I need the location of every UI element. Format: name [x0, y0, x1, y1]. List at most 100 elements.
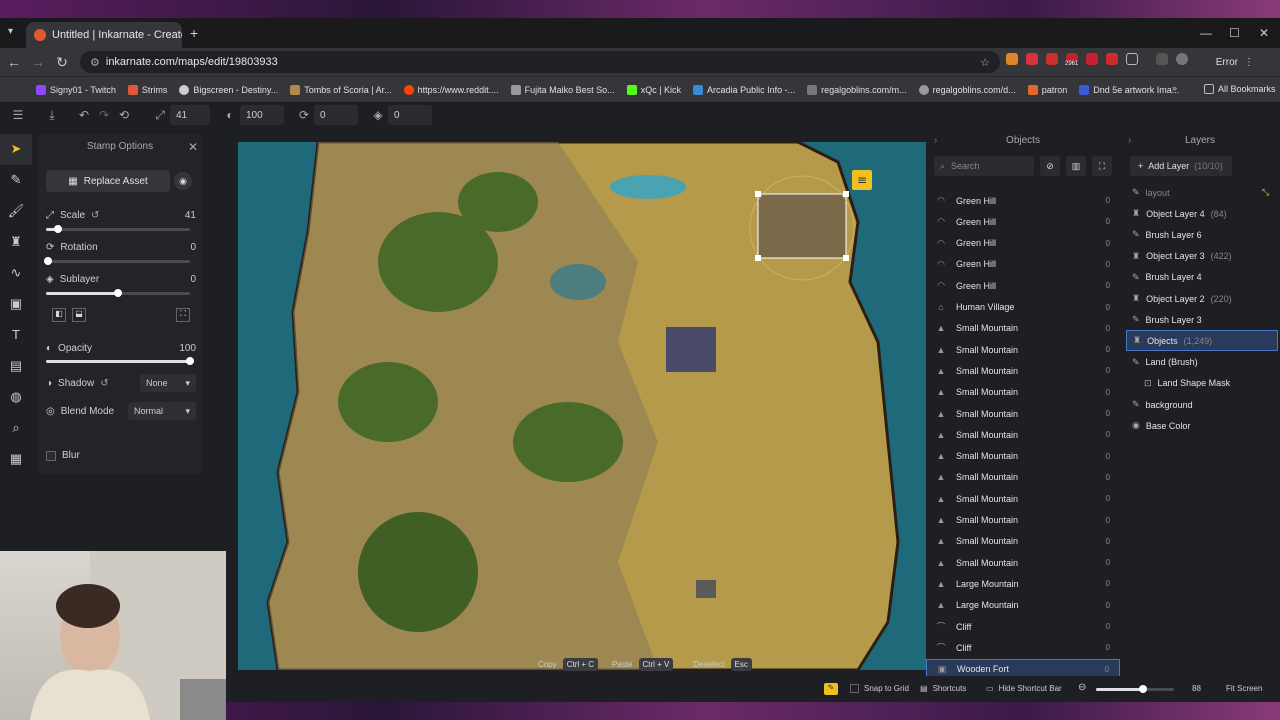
layer-item[interactable]: ♜ Object Layer 3 (422): [1126, 246, 1278, 267]
object-list-item[interactable]: ◠ Green Hill 0: [926, 211, 1120, 232]
adblock-extension-icon[interactable]: [1046, 53, 1058, 65]
stamp-tool-icon[interactable]: ✎: [0, 165, 32, 196]
object-list-item[interactable]: ▲ Small Mountain 0: [926, 488, 1120, 509]
bookmark-item[interactable]: Strims: [127, 84, 167, 95]
youtube-extension-icon[interactable]: [1086, 53, 1098, 65]
human-village-icon[interactable]: [666, 327, 716, 372]
layer-item[interactable]: ⊡ Land Shape Mask: [1126, 373, 1278, 394]
url-bar[interactable]: ⚙ inkarnate.com/maps/edit/19803933 ☆: [80, 51, 1000, 73]
menu-icon[interactable]: ☰: [8, 108, 28, 122]
snap-checkbox[interactable]: [850, 684, 859, 693]
reset-icon[interactable]: ↺: [91, 210, 99, 221]
chevron-right-icon[interactable]: ›: [934, 135, 937, 146]
bookmark-item[interactable]: regalgoblins.com/m...: [807, 84, 907, 95]
close-window-icon[interactable]: ✕: [1259, 26, 1269, 40]
fantasy-map[interactable]: ≡: [238, 142, 926, 670]
object-list-item[interactable]: ▲ Small Mountain 0: [926, 403, 1120, 424]
object-list-item[interactable]: ▲ Small Mountain 0: [926, 467, 1120, 488]
sublayer-value[interactable]: 0: [190, 274, 196, 285]
layer-item[interactable]: ♜ Object Layer 2 (220): [1126, 288, 1278, 309]
back-icon[interactable]: ←: [2, 54, 26, 70]
object-list-item[interactable]: ⌂ Human Village 0: [926, 297, 1120, 318]
bookmark-star-icon[interactable]: ☆: [980, 56, 990, 69]
object-list-item[interactable]: ▲ Small Mountain 0: [926, 531, 1120, 552]
scale-field[interactable]: 41: [170, 105, 210, 125]
rotation-field[interactable]: 0: [314, 105, 358, 125]
opacity-field[interactable]: 100: [240, 105, 284, 125]
object-list-item[interactable]: ▲ Small Mountain 0: [926, 552, 1120, 573]
pencil-icon[interactable]: ✎: [824, 683, 838, 695]
layer-item[interactable]: ✎ Brush Layer 4: [1126, 267, 1278, 288]
add-layer-button[interactable]: + Add Layer (10/10): [1130, 156, 1232, 176]
zoom-slider[interactable]: [1096, 685, 1174, 693]
history-icon[interactable]: ⟲: [114, 108, 134, 122]
object-list-item[interactable]: ▲ Small Mountain 0: [926, 382, 1120, 403]
object-list-item[interactable]: ▲ Small Mountain 0: [926, 339, 1120, 360]
extension-icon[interactable]: [1006, 53, 1018, 65]
opacity-value[interactable]: 100: [179, 343, 196, 354]
layer-item[interactable]: ✎ layout: [1126, 182, 1278, 203]
object-list-item[interactable]: ▲ Small Mountain 0: [926, 424, 1120, 445]
bookmark-item[interactable]: Tombs of Scoria | Ar...: [290, 84, 392, 95]
object-list-item[interactable]: ◠ Green Hill 0: [926, 275, 1120, 296]
select-all-icon[interactable]: ⛶: [1092, 156, 1112, 176]
small-structure-icon[interactable]: [696, 580, 716, 598]
more-bookmarks-icon[interactable]: »: [1172, 83, 1177, 93]
shortcuts-button[interactable]: ▤ Shortcuts: [920, 684, 966, 693]
bookmark-item[interactable]: Fujita Maiko Best So...: [510, 84, 615, 95]
tab-inkarnate[interactable]: Untitled | Inkarnate - Create Fa... ✕: [26, 22, 182, 48]
layer-item[interactable]: ✎ Brush Layer 3: [1126, 309, 1278, 330]
forward-icon[interactable]: →: [26, 54, 50, 70]
download-icon[interactable]: ⤓: [42, 108, 62, 123]
close-panel-icon[interactable]: ✕: [188, 140, 198, 154]
flip-horizontal-icon[interactable]: ◧: [52, 308, 66, 322]
replace-asset-button[interactable]: ▦ Replace Asset: [46, 170, 170, 192]
path-tool-icon[interactable]: ∿: [0, 258, 32, 289]
all-bookmarks-button[interactable]: All Bookmarks: [1204, 84, 1276, 94]
undo-icon[interactable]: ↶: [74, 108, 94, 122]
bookmark-item[interactable]: https://www.reddit....: [403, 84, 499, 95]
object-list-item[interactable]: ▲ Small Mountain 0: [926, 446, 1120, 467]
crop-icon[interactable]: ⛶: [176, 308, 190, 322]
palette-icon[interactable]: ◉: [174, 172, 192, 190]
object-list-item[interactable]: ◠ Green Hill 0: [926, 233, 1120, 254]
building-tool-icon[interactable]: ♜: [0, 227, 32, 258]
layer-item[interactable]: ✎ Land (Brush): [1126, 352, 1278, 373]
bookmark-item[interactable]: Signy01 - Twitch: [36, 84, 116, 95]
shapes-tool-icon[interactable]: ▣: [0, 289, 32, 320]
layer-item[interactable]: ◉ Base Color: [1126, 415, 1278, 436]
rotation-slider[interactable]: [44, 257, 190, 265]
zoom-out-icon[interactable]: ⊖: [1078, 682, 1086, 693]
bookmark-item[interactable]: Bigscreen - Destiny...: [179, 84, 278, 95]
error-button[interactable]: Error ⋮: [1208, 52, 1262, 72]
text-tool-icon[interactable]: T: [0, 319, 32, 350]
fit-screen-button[interactable]: Fit Screen: [1226, 684, 1262, 693]
layer-item[interactable]: ♜ Object Layer 4 (84): [1126, 203, 1278, 224]
snap-to-grid-toggle[interactable]: Snap to Grid: [850, 684, 909, 693]
rotation-value[interactable]: 0: [190, 242, 196, 253]
bookmark-item[interactable]: patron: [1027, 84, 1067, 95]
site-info-icon[interactable]: ⚙: [90, 56, 100, 69]
wooden-fort-icon[interactable]: [758, 194, 846, 258]
scale-value[interactable]: 41: [185, 210, 196, 221]
lock-icon[interactable]: ▥: [1066, 156, 1086, 176]
globe-tool-icon[interactable]: ◍: [0, 381, 32, 412]
reset-icon[interactable]: ↺: [100, 378, 108, 389]
hide-icon[interactable]: ⊘: [1040, 156, 1060, 176]
opacity-slider[interactable]: [46, 357, 194, 365]
object-list-item[interactable]: ▲ Small Mountain 0: [926, 360, 1120, 381]
bookmark-item[interactable]: Dnd 5e artwork Ima...: [1079, 84, 1179, 95]
save-icon[interactable]: ▦: [0, 443, 32, 474]
hide-shortcut-bar-button[interactable]: ▭ Hide Shortcut Bar: [986, 684, 1062, 693]
extension-badge-icon[interactable]: 2961: [1064, 53, 1080, 67]
object-list-item[interactable]: ▲ Large Mountain 0: [926, 595, 1120, 616]
bookmark-item[interactable]: regalgoblins.com/d...: [918, 84, 1016, 95]
sublayer-slider[interactable]: [46, 289, 190, 297]
extension-icon[interactable]: [1026, 53, 1038, 65]
brush-tool-icon[interactable]: 🖌: [0, 196, 32, 227]
flip-vertical-icon[interactable]: ⬓: [72, 308, 86, 322]
minimize-icon[interactable]: —: [1200, 26, 1212, 40]
reading-list-icon[interactable]: [1156, 53, 1168, 65]
object-list-item[interactable]: ◠ Green Hill 0: [926, 254, 1120, 275]
scale-slider[interactable]: [46, 225, 190, 233]
